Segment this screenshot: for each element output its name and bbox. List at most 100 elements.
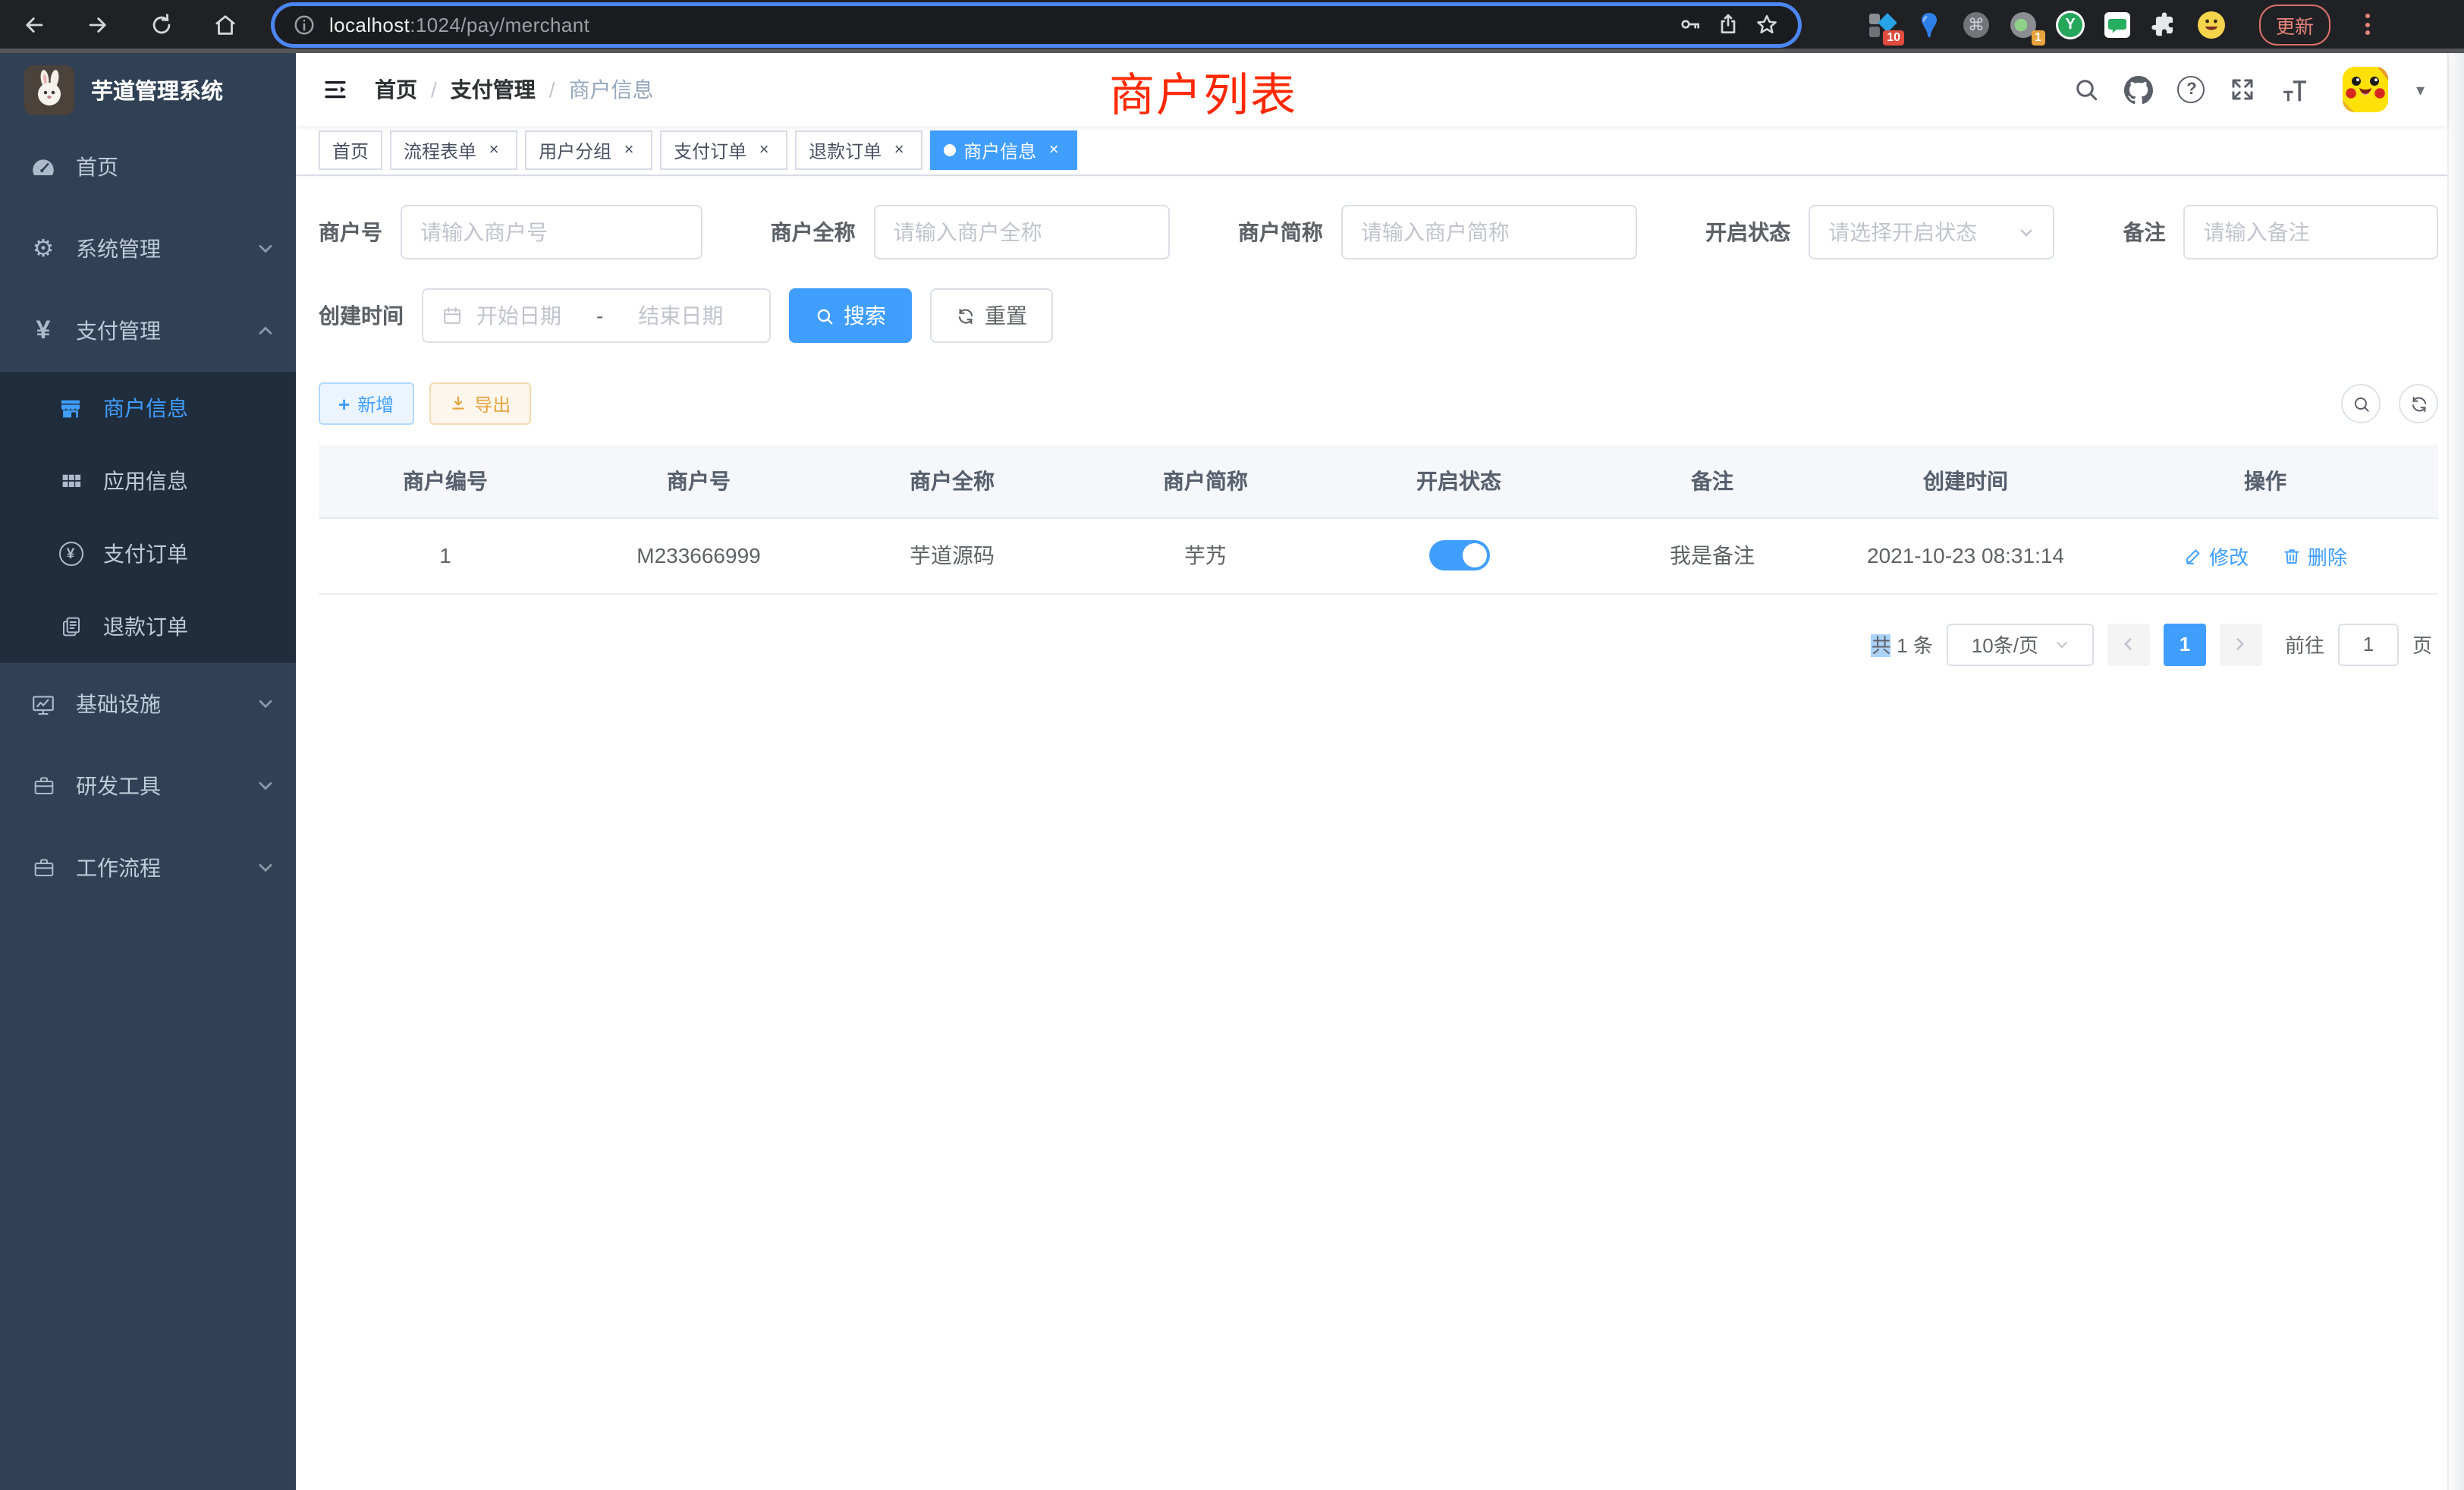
goto-page-input[interactable]: 1 xyxy=(2338,623,2399,665)
chevron-down-icon xyxy=(2019,224,2035,240)
page-unit-label: 页 xyxy=(2412,630,2432,659)
sidebar-item-home[interactable]: 首页 xyxy=(0,126,296,208)
scrollbar-track[interactable] xyxy=(2447,53,2464,1490)
total-text: 共 1 条 xyxy=(1872,630,1933,659)
tab-merchant-info[interactable]: 商户信息× xyxy=(930,130,1077,170)
share-icon[interactable] xyxy=(1716,12,1740,36)
refresh-table-button[interactable] xyxy=(2399,384,2438,423)
chevron-down-icon xyxy=(256,240,275,258)
bookmark-star-icon[interactable] xyxy=(1754,11,1780,37)
trash-icon xyxy=(2282,545,2302,565)
close-icon[interactable]: × xyxy=(754,140,774,160)
browser-back-button[interactable] xyxy=(21,11,47,37)
close-icon[interactable]: × xyxy=(889,140,909,160)
extension-chat-icon[interactable] xyxy=(2103,10,2132,39)
delete-link[interactable]: 删除 xyxy=(2282,541,2347,570)
page-1-button[interactable]: 1 xyxy=(2164,623,2206,665)
chevron-down-icon xyxy=(256,695,275,713)
avatar-caret-icon[interactable]: ▾ xyxy=(2416,80,2425,99)
url-bar[interactable]: localhost:1024/pay/merchant xyxy=(275,5,1798,43)
font-size-icon[interactable] xyxy=(2281,75,2310,104)
extension-badge: 10 xyxy=(1883,30,1904,45)
extension-session-icon[interactable]: 1 xyxy=(2009,10,2038,39)
close-icon[interactable]: × xyxy=(1044,140,1064,160)
pay-submenu: 商户信息 应用信息 ¥ 支付订单 退款订单 xyxy=(0,372,296,663)
breadcrumb-pay[interactable]: 支付管理 xyxy=(451,74,536,105)
sidebar-item-workflow[interactable]: 工作流程 xyxy=(0,827,296,909)
col-status: 开启状态 xyxy=(1332,445,1586,517)
app-logo[interactable]: 芋道管理系统 xyxy=(0,53,296,126)
grid-icon xyxy=(58,469,83,493)
tab-user-group[interactable]: 用户分组× xyxy=(525,130,652,170)
sidebar-item-label: 商户信息 xyxy=(103,393,188,423)
site-info-icon[interactable] xyxy=(293,13,316,36)
active-dot xyxy=(944,144,956,156)
date-range-picker[interactable]: 开始日期 - 结束日期 xyxy=(422,288,771,343)
goto-label: 前往 xyxy=(2285,630,2324,659)
sidebar-item-pay-order[interactable]: ¥ 支付订单 xyxy=(0,517,296,590)
reset-button[interactable]: 重置 xyxy=(930,288,1053,343)
status-select[interactable]: 请选择开启状态 xyxy=(1809,205,2054,259)
browser-home-button[interactable] xyxy=(212,11,238,37)
page-size-select[interactable]: 10条/页 xyxy=(1947,623,2094,665)
merchant-no-input[interactable] xyxy=(401,205,702,259)
close-icon[interactable]: × xyxy=(484,140,504,160)
export-button[interactable]: 导出 xyxy=(429,382,530,425)
pagination: 共 1 条 10条/页 1 前往 1 页 xyxy=(319,623,2438,665)
col-remark: 备注 xyxy=(1586,445,1839,517)
extension-badge: 1 xyxy=(2031,30,2045,45)
sidebar-item-system[interactable]: ⚙ 系统管理 xyxy=(0,208,296,290)
extension-sync-icon[interactable]: 10 xyxy=(1868,10,1897,39)
browser-forward-button[interactable] xyxy=(85,11,111,37)
remark-input[interactable] xyxy=(2184,205,2438,259)
logo-rabbit-image xyxy=(24,64,74,115)
sidebar-item-devtools[interactable]: 研发工具 xyxy=(0,745,296,827)
breadcrumb-home[interactable]: 首页 xyxy=(375,74,417,105)
sidebar-item-merchant-info[interactable]: 商户信息 xyxy=(0,372,296,445)
browser-menu-icon[interactable] xyxy=(2362,11,2373,38)
help-icon[interactable]: ? xyxy=(2178,76,2205,103)
extensions-puzzle-icon[interactable] xyxy=(2150,10,2179,39)
sidebar-item-infra[interactable]: 基础设施 xyxy=(0,663,296,745)
short-name-input[interactable] xyxy=(1341,205,1637,259)
extension-pin-icon[interactable] xyxy=(1915,10,1944,39)
filter-row-2: 创建时间 开始日期 - 结束日期 搜索 重置 xyxy=(319,288,2438,343)
briefcase-icon xyxy=(30,774,56,798)
cell-short-name: 芋艿 xyxy=(1079,517,1332,593)
full-name-input[interactable] xyxy=(874,205,1170,259)
close-icon[interactable]: × xyxy=(619,140,639,160)
screen: localhost:1024/pay/merchant 10 ⌘ xyxy=(0,0,2464,1490)
sidebar-item-pay[interactable]: ¥ 支付管理 xyxy=(0,290,296,372)
tab-process-form[interactable]: 流程表单× xyxy=(390,130,517,170)
fullscreen-icon[interactable] xyxy=(2230,76,2257,103)
search-button[interactable]: 搜索 xyxy=(789,288,912,343)
sidebar-item-app-info[interactable]: 应用信息 xyxy=(0,445,296,517)
extension-command-icon[interactable]: ⌘ xyxy=(1962,10,1991,39)
status-toggle[interactable] xyxy=(1428,540,1489,571)
user-avatar[interactable] xyxy=(2343,67,2389,112)
date-separator: - xyxy=(575,303,624,328)
extension-y-icon[interactable]: Y xyxy=(2056,10,2085,39)
profile-emoji-icon[interactable] xyxy=(2197,10,2226,39)
browser-reload-button[interactable] xyxy=(149,11,174,37)
sidebar-item-refund-order[interactable]: 退款订单 xyxy=(0,590,296,663)
full-name-label: 商户全称 xyxy=(771,217,856,247)
breadcrumb: 首页 / 支付管理 / 商户信息 xyxy=(375,74,654,105)
github-icon[interactable] xyxy=(2125,75,2154,104)
tab-pay-order[interactable]: 支付订单× xyxy=(660,130,787,170)
prev-page-button[interactable] xyxy=(2107,623,2150,665)
search-icon[interactable] xyxy=(2073,76,2101,103)
tab-refund-order[interactable]: 退款订单× xyxy=(795,130,922,170)
add-button[interactable]: + 新增 xyxy=(319,382,413,425)
short-name-label: 商户简称 xyxy=(1238,217,1323,247)
store-icon xyxy=(58,395,83,421)
password-key-icon[interactable] xyxy=(1678,12,1702,36)
browser-update-button[interactable]: 更新 xyxy=(2259,4,2330,45)
edit-link[interactable]: 修改 xyxy=(2183,541,2249,570)
tab-home[interactable]: 首页 xyxy=(319,130,382,170)
hamburger-icon[interactable] xyxy=(322,76,349,103)
breadcrumb-current: 商户信息 xyxy=(569,74,654,105)
toggle-search-button[interactable] xyxy=(2341,384,2381,423)
next-page-button[interactable] xyxy=(2220,623,2262,665)
chevron-down-icon xyxy=(256,859,275,877)
